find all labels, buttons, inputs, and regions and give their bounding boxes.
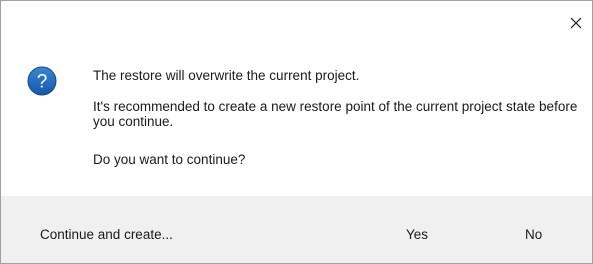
message-overwrite-warning: The restore will overwrite the current p… [93,68,360,83]
svg-text:?: ? [37,72,48,93]
question-mark-icon: ? [27,66,57,96]
message-recommendation: It's recommended to create a new restore… [93,99,578,129]
close-icon [570,17,582,29]
continue-and-create-button[interactable]: Continue and create... [40,227,173,242]
close-button[interactable] [567,14,585,32]
message-continue-question: Do you want to continue? [93,152,246,167]
no-button[interactable]: No [525,227,542,242]
dialog-content: ? The restore will overwrite the current… [1,1,592,196]
yes-button[interactable]: Yes [406,227,428,242]
restore-confirmation-dialog: ? The restore will overwrite the current… [0,0,593,264]
dialog-footer: Continue and create... Yes No [1,196,592,263]
